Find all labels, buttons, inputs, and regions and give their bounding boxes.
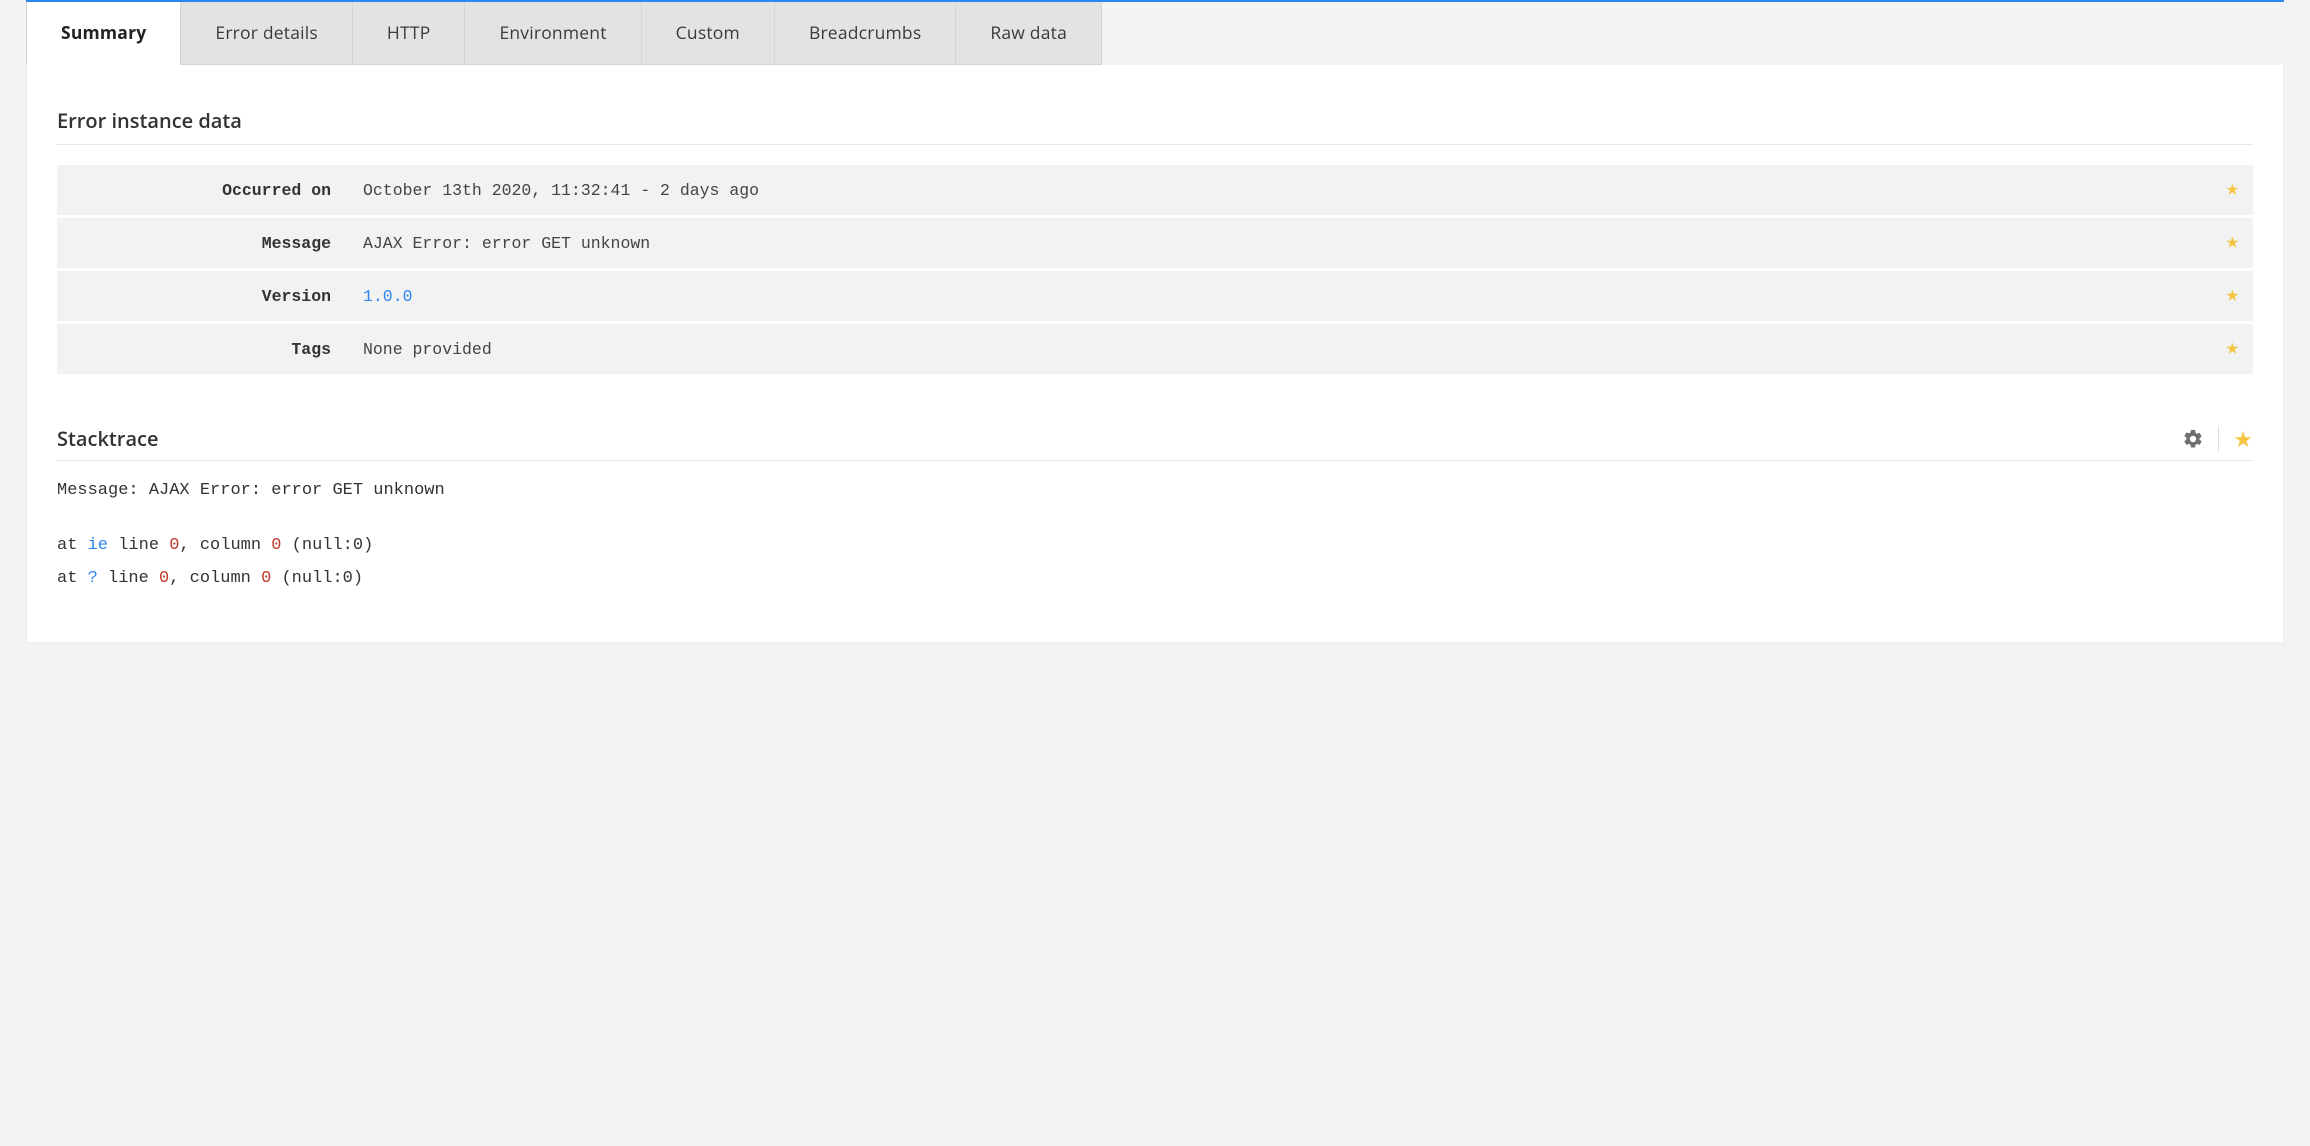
frame-text: , column bbox=[179, 536, 271, 555]
stacktrace-message-prefix: Message: bbox=[57, 481, 149, 500]
star-icon[interactable]: ★ bbox=[2226, 179, 2239, 201]
frame-loc: (null:0) bbox=[281, 536, 373, 555]
stacktrace-actions: ★ bbox=[2182, 426, 2253, 452]
summary-panel: Error instance data Occurred on October … bbox=[26, 65, 2284, 643]
stacktrace-header: Stacktrace ★ bbox=[57, 425, 2253, 461]
frame-text: , column bbox=[169, 569, 261, 588]
tags-value: None provided bbox=[347, 323, 2205, 376]
message-label: Message bbox=[57, 217, 347, 270]
star-icon[interactable]: ★ bbox=[2226, 285, 2239, 307]
gear-icon[interactable] bbox=[2182, 428, 2204, 450]
tab-custom[interactable]: Custom bbox=[642, 2, 775, 65]
table-row: Version 1.0.0 ★ bbox=[57, 270, 2253, 323]
tags-label: Tags bbox=[57, 323, 347, 376]
frame-col: 0 bbox=[271, 536, 281, 555]
tab-breadcrumbs[interactable]: Breadcrumbs bbox=[775, 2, 956, 65]
version-link[interactable]: 1.0.0 bbox=[363, 287, 413, 306]
divider bbox=[2218, 426, 2219, 452]
error-instance-title: Error instance data bbox=[57, 107, 2253, 145]
stacktrace-title: Stacktrace bbox=[57, 425, 159, 452]
frame-col: 0 bbox=[261, 569, 271, 588]
tab-raw-data[interactable]: Raw data bbox=[956, 2, 1102, 65]
stack-frame: at ? line 0, column 0 (null:0) bbox=[57, 569, 2253, 588]
frame-fn[interactable]: ie bbox=[88, 536, 108, 555]
tabs-bar: Summary Error details HTTP Environment C… bbox=[26, 0, 2284, 65]
error-instance-table: Occurred on October 13th 2020, 11:32:41 … bbox=[57, 165, 2253, 377]
frame-at: at bbox=[57, 536, 88, 555]
occurred-on-label: Occurred on bbox=[57, 165, 347, 217]
frame-at: at bbox=[57, 569, 88, 588]
frame-text: line bbox=[98, 569, 159, 588]
stacktrace-message-value: AJAX Error: error GET unknown bbox=[149, 481, 445, 500]
tab-summary[interactable]: Summary bbox=[26, 2, 181, 65]
frame-loc: (null:0) bbox=[271, 569, 363, 588]
stack-frame: at ie line 0, column 0 (null:0) bbox=[57, 536, 2253, 555]
tab-error-details[interactable]: Error details bbox=[181, 2, 353, 65]
tab-http[interactable]: HTTP bbox=[353, 2, 466, 65]
tab-environment[interactable]: Environment bbox=[465, 2, 641, 65]
table-row: Tags None provided ★ bbox=[57, 323, 2253, 376]
version-label: Version bbox=[57, 270, 347, 323]
star-icon[interactable]: ★ bbox=[2233, 428, 2253, 450]
frame-fn[interactable]: ? bbox=[88, 569, 98, 588]
table-row: Occurred on October 13th 2020, 11:32:41 … bbox=[57, 165, 2253, 217]
frame-line: 0 bbox=[169, 536, 179, 555]
star-icon[interactable]: ★ bbox=[2226, 338, 2239, 360]
stacktrace-message: Message: AJAX Error: error GET unknown bbox=[57, 481, 2253, 500]
star-icon[interactable]: ★ bbox=[2226, 232, 2239, 254]
message-value: AJAX Error: error GET unknown bbox=[347, 217, 2205, 270]
table-row: Message AJAX Error: error GET unknown ★ bbox=[57, 217, 2253, 270]
frame-text: line bbox=[108, 536, 169, 555]
frame-line: 0 bbox=[159, 569, 169, 588]
occurred-on-value: October 13th 2020, 11:32:41 - 2 days ago bbox=[347, 165, 2205, 217]
